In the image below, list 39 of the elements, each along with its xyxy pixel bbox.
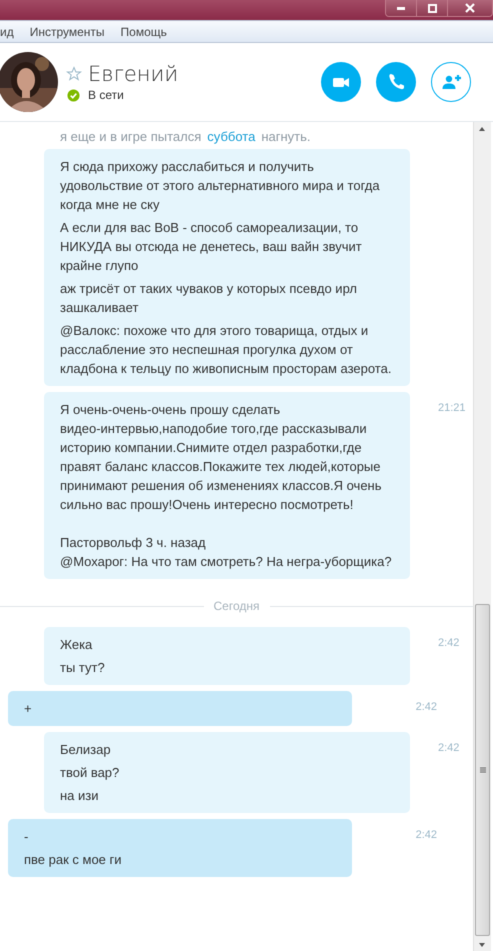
message-text: Белизар — [60, 741, 112, 759]
message-text: @Валокс: похоже что для этого товарища, отдых и расслабление это неспешная прогулка духом от кладбона к тельцу по живописным просторам азерота. — [60, 322, 392, 378]
faded-message-text: нагнуть. — [261, 129, 310, 144]
video-call-button[interactable] — [321, 62, 361, 102]
message-time: 21:21 — [438, 402, 466, 414]
menu-item[interactable]: ид — [0, 24, 14, 38]
message-text: - — [24, 828, 30, 846]
menu-item[interactable]: Инструменты — [30, 24, 105, 38]
minimize-icon — [397, 6, 405, 10]
grip-icon — [478, 766, 486, 774]
message-time: 2:42 — [438, 742, 460, 754]
message-text: + — [24, 700, 33, 718]
message-time: 2:42 — [416, 701, 437, 713]
close-button[interactable] — [448, 0, 492, 16]
message-text: аж трисёт от таких чуваков у которых псевдо ирл зашкаливает — [60, 280, 358, 317]
message-time: 2:42 — [416, 829, 437, 841]
contact-name: Евгений — [88, 62, 178, 86]
scrollbar[interactable] — [473, 122, 491, 951]
maximize-button[interactable] — [417, 0, 448, 16]
add-contact-button[interactable] — [431, 62, 471, 102]
message-text: Я очень-очень-очень прошу сделать видео-интервью,наподобие того,где рассказывали историю компании.Снимите отдел разработки,где правят баланс классов.Покажите тех людей,которые принимают решения об изменениях классов.Я очень сильно вас прошу!Очень интересно посмотреть! Пасторвольф 3 ч. назад @Мохарог: На что там смотреть? На негра-уборщика? — [60, 401, 393, 571]
faded-message-text: я еще и в игре пытался — [60, 129, 202, 144]
call-button[interactable] — [376, 62, 416, 102]
close-icon — [465, 3, 475, 13]
minimize-button[interactable] — [386, 0, 417, 16]
status-text: В сети — [88, 88, 124, 102]
message-text: Жека — [60, 636, 94, 654]
scroll-thumb[interactable] — [475, 604, 490, 936]
message-text: пве рак с мое ги — [24, 851, 123, 869]
maximize-icon — [428, 4, 436, 12]
menu-item[interactable]: Помощь — [120, 24, 167, 38]
message-text: твой вар? — [60, 764, 120, 782]
message-text: Я сюда прихожу расслабиться и получить удовольствие от этого альтернативного мира и тогда когда мне не ску — [60, 158, 381, 214]
star-icon[interactable] — [66, 66, 82, 82]
day-label: суббота — [207, 129, 256, 144]
message-time: 2:42 — [438, 637, 460, 649]
message-text: ты тут? — [60, 659, 106, 677]
message-text: на изи — [60, 787, 100, 805]
day-divider-label: Сегодня — [214, 599, 260, 613]
